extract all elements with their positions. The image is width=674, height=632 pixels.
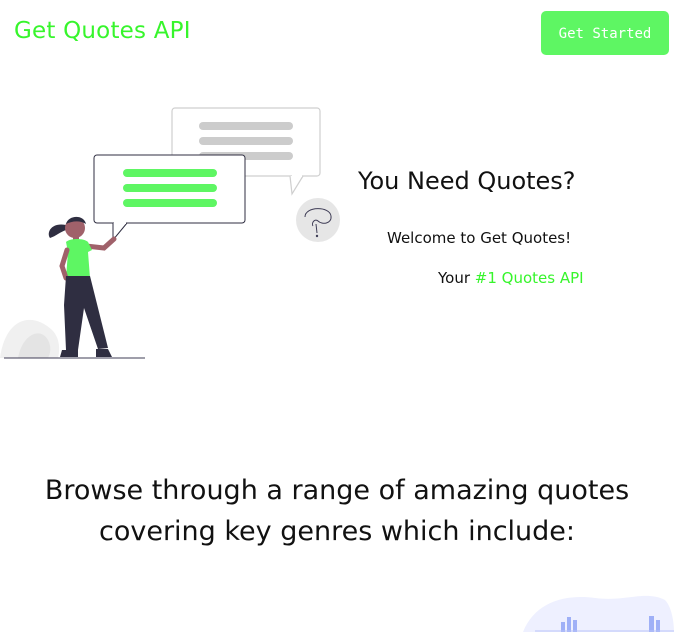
browse-heading-line-2: covering key genres which include: [98, 516, 576, 547]
front-speech-bubble [93, 154, 246, 242]
get-started-button[interactable]: Get Started [541, 11, 669, 55]
landing-page: Get Quotes API Get Started You Need Quot… [0, 0, 674, 632]
hero-welcome-text: Welcome to Get Quotes! [387, 229, 572, 247]
browse-heading: Browse through a range of amazing quotes… [0, 470, 674, 552]
hero-tagline: Your #1 Quotes API [438, 269, 584, 287]
city-skyline-illustration [523, 595, 674, 632]
idea-circle [296, 198, 340, 242]
person-figure [48, 216, 117, 357]
hero-illustration [0, 107, 340, 359]
tagline-accent: #1 Quotes API [474, 269, 584, 287]
tagline-prefix: Your [438, 269, 475, 287]
brand-logo-text[interactable]: Get Quotes API [14, 18, 191, 44]
foliage [0, 319, 60, 358]
browse-heading-line-1: Browse through a range of amazing quotes [44, 475, 630, 506]
hero-title: You Need Quotes? [358, 167, 576, 195]
